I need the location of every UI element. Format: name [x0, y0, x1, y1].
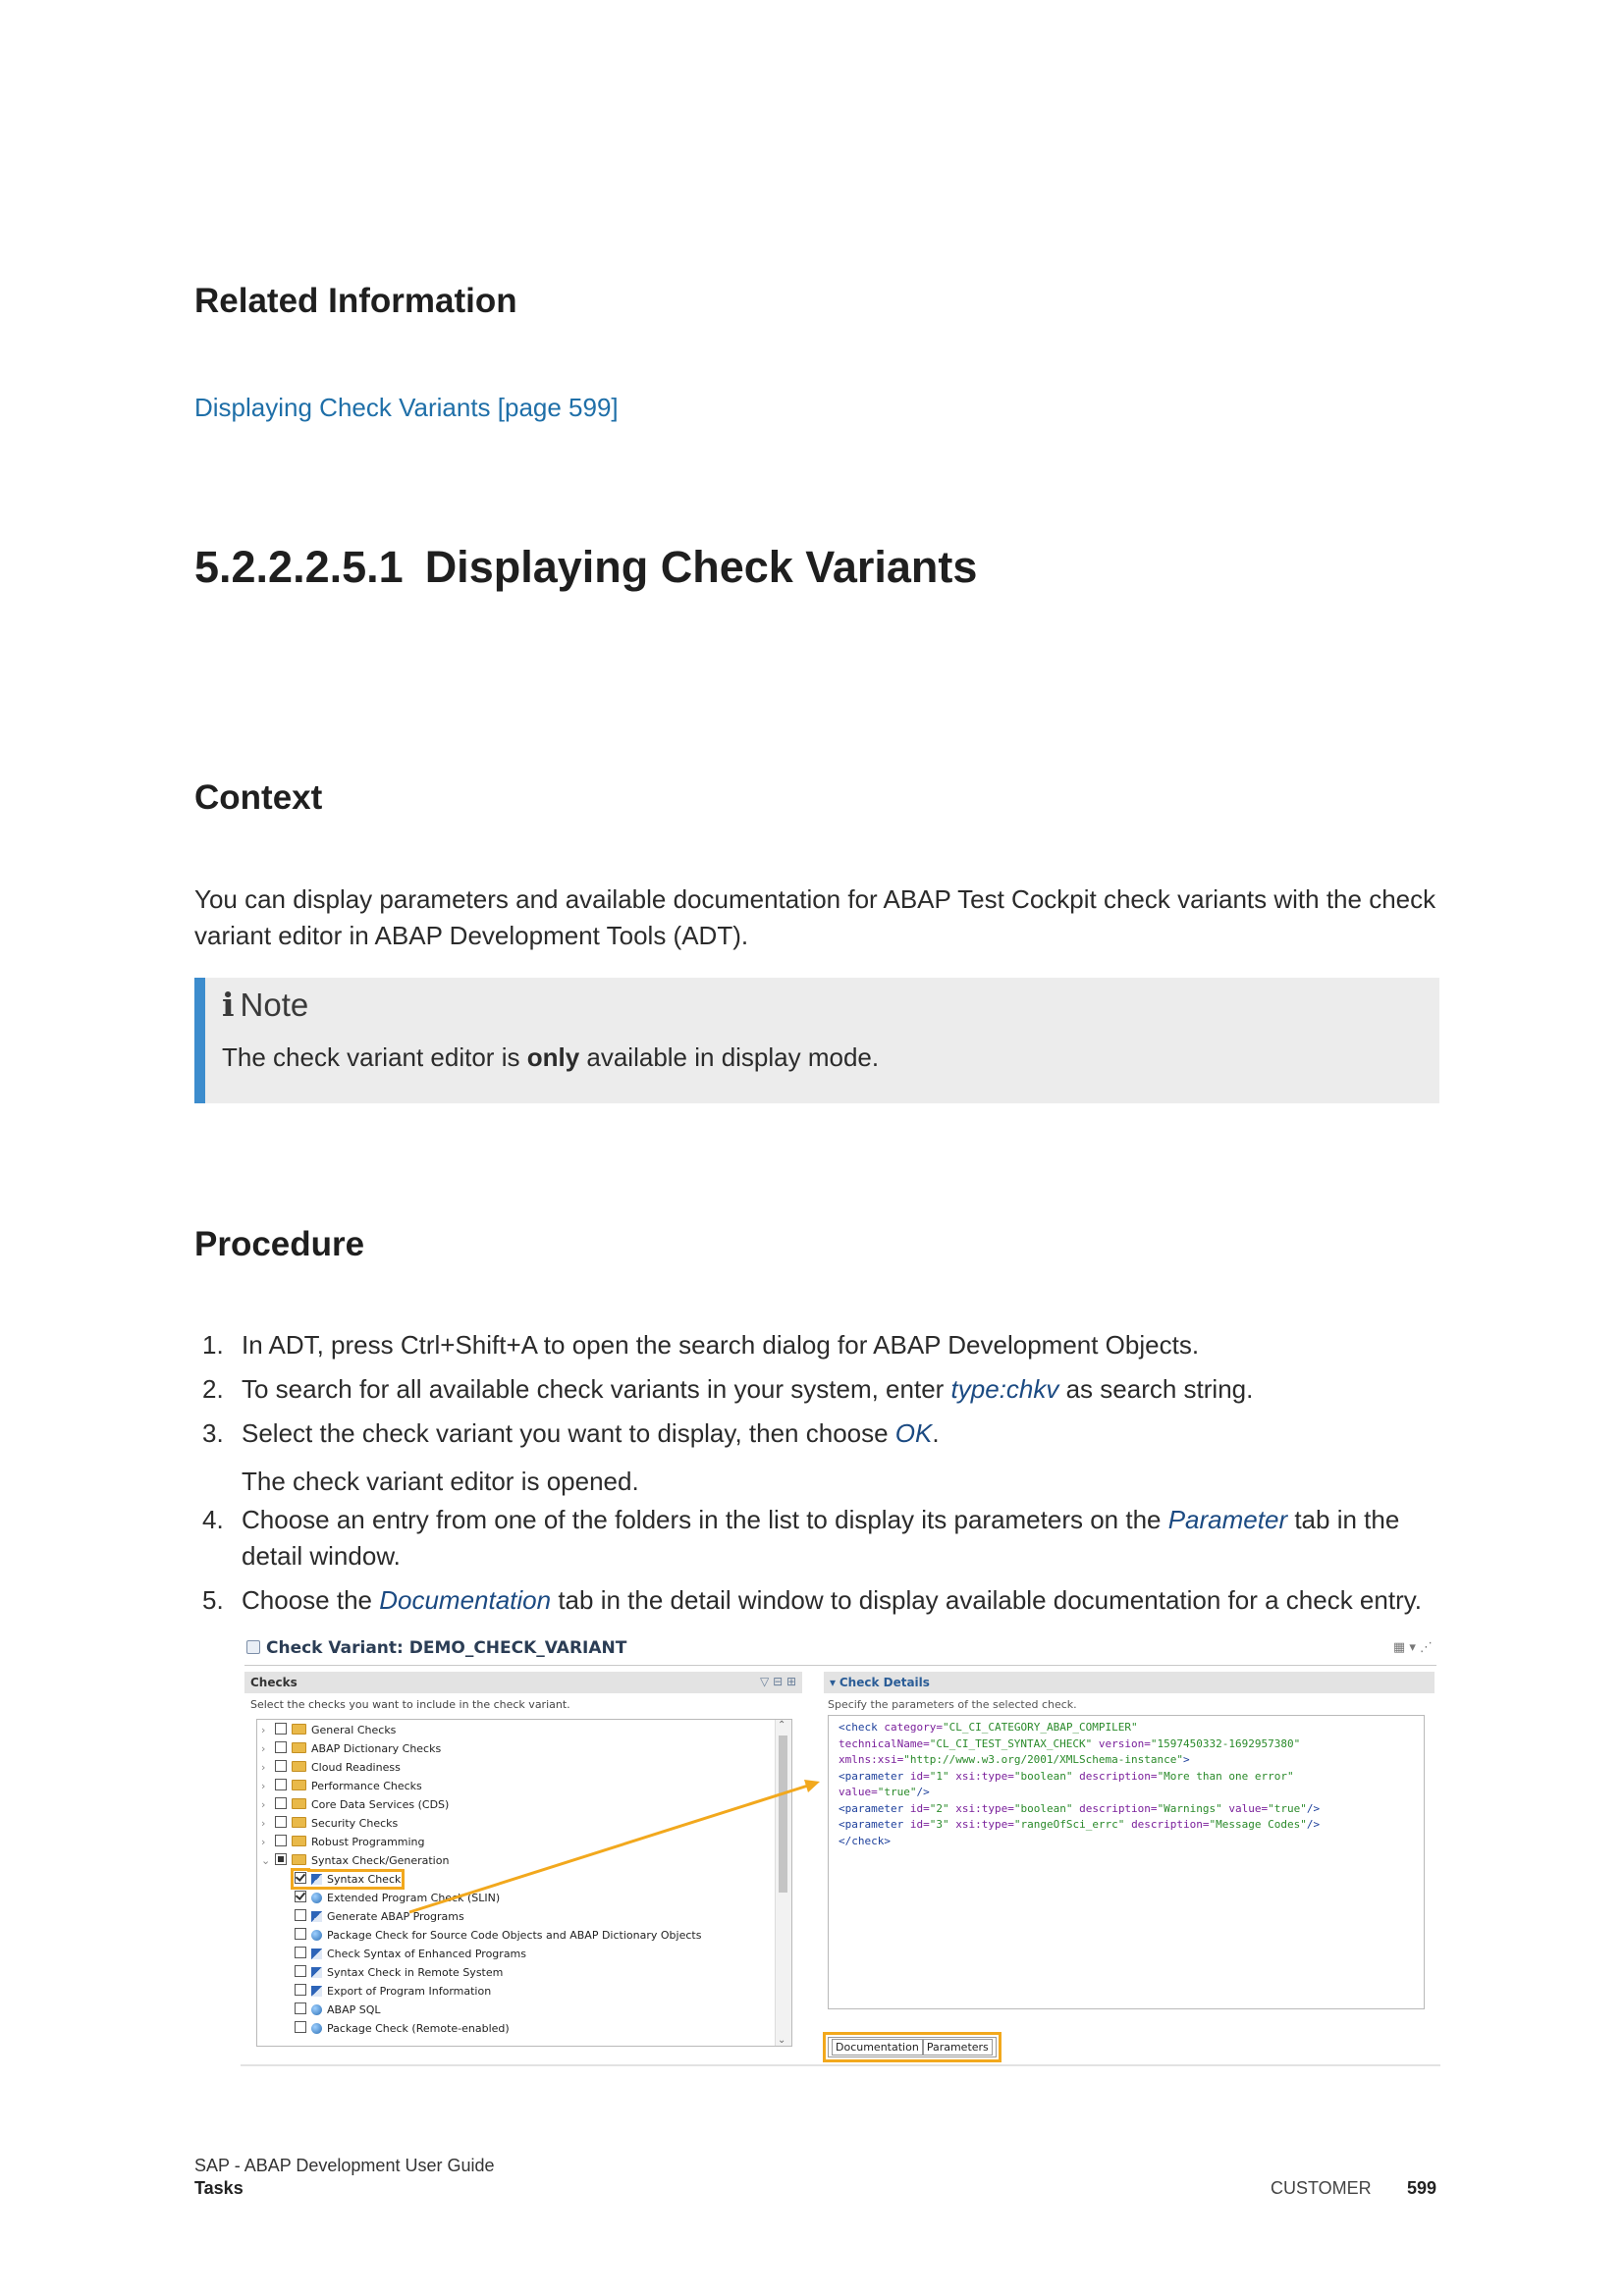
step-number: 5. [202, 1585, 224, 1615]
xml-line: <parameter id="3" xsi:type="rangeOfSci_e… [839, 1818, 1321, 1831]
tab-documentation[interactable]: Documentation [832, 2039, 923, 2056]
step-number: 3. [202, 1418, 224, 1448]
procedure-heading: Procedure [194, 1225, 365, 1263]
step-ui-term: type:chkv [950, 1374, 1059, 1404]
section-number: 5.2.2.2.5.1 [194, 542, 404, 592]
check-details-header[interactable]: ▾ Check Details [824, 1672, 1435, 1693]
step-text-post: . [932, 1418, 940, 1448]
step-item: 1. In ADT, press Ctrl+Shift+A to open the… [194, 1327, 1461, 1363]
step-ui-term: Parameter [1167, 1505, 1288, 1534]
xml-line: <parameter id="1" xsi:type="boolean" des… [839, 1769, 1294, 1783]
check-details-header-text: Check Details [839, 1676, 930, 1689]
step-item: 5. Choose the Documentation tab in the de… [194, 1582, 1461, 1619]
note-text: The check variant editor is only availab… [222, 1042, 879, 1073]
arrow-line [408, 1784, 809, 1914]
check-details-subtitle: Specify the parameters of the selected c… [828, 1698, 1077, 1711]
step-item: 4. Choose an entry from one of the folder… [194, 1502, 1461, 1575]
footer-page-number: 599 [1407, 2178, 1437, 2198]
step-text: In ADT, press Ctrl+Shift+A to open the s… [242, 1330, 1200, 1360]
section-title: 5.2.2.2.5.1 Displaying Check Variants [194, 542, 977, 593]
step-text: Choose the [242, 1585, 380, 1615]
xml-line: <parameter id="2" xsi:type="boolean" des… [839, 1801, 1321, 1815]
step-number: 4. [202, 1505, 224, 1534]
step-text: Select the check variant you want to dis… [242, 1418, 895, 1448]
note-text-post: available in display mode. [579, 1042, 880, 1072]
info-icon: i [222, 986, 235, 1024]
step-item: 3. Select the check variant you want to d… [194, 1415, 1461, 1500]
procedure-steps: 1. In ADT, press Ctrl+Shift+A to open the… [194, 1327, 1461, 1619]
xml-line: </check> [839, 1834, 891, 1847]
check-details-panel: ▾ Check Details Specify the parameters o… [823, 1672, 1435, 2062]
section-title-text: Displaying Check Variants [424, 542, 978, 592]
check-xml-source: <check category="CL_CI_CATEGORY_ABAP_COM… [828, 1715, 1425, 2009]
step-ui-term: OK [894, 1418, 933, 1448]
check-variant-editor-screenshot: Check Variant: DEMO_CHECK_VARIANT ▦ ▾ ⋰ … [241, 1632, 1440, 2066]
footer-chapter: Tasks [194, 2178, 244, 2198]
step-item: 2. To search for all available check vari… [194, 1371, 1461, 1408]
note-box: i Note The check variant editor is only a… [194, 978, 1439, 1103]
related-information-heading: Related Information [194, 282, 517, 320]
tabs-highlight: Documentation Parameters [823, 2032, 1001, 2062]
step-number: 1. [202, 1330, 224, 1360]
note-title: i Note [222, 986, 308, 1024]
footer-audience: CUSTOMER [1271, 2178, 1372, 2198]
related-link[interactable]: Displaying Check Variants [page 599] [194, 393, 619, 423]
step-text-post: as search string. [1058, 1374, 1254, 1404]
step-result: The check variant editor is opened. [242, 1467, 639, 1496]
note-text-bold: only [526, 1042, 580, 1072]
context-paragraph: You can display parameters and available… [194, 884, 1436, 950]
xml-line: value="true"/> [839, 1786, 930, 1798]
arrow-head [804, 1780, 820, 1792]
context-heading: Context [194, 778, 323, 817]
xml-line: technicalName="CL_CI_TEST_SYNTAX_CHECK" … [839, 1736, 1301, 1750]
note-text-pre: The check variant editor is [222, 1042, 527, 1072]
xml-line: <check category="CL_CI_CATEGORY_ABAP_COM… [839, 1721, 1138, 1734]
step-number: 2. [202, 1374, 224, 1404]
detail-tabs: Documentation Parameters [823, 2032, 1001, 2062]
step-ui-term: Documentation [379, 1585, 552, 1615]
note-title-text: Note [240, 987, 309, 1023]
step-text: Choose an entry from one of the folders … [242, 1505, 1168, 1534]
step-text-post: tab in the detail window to display avai… [551, 1585, 1423, 1615]
collapse-icon[interactable]: ▾ [830, 1676, 839, 1689]
footer-doc-title: SAP - ABAP Development User Guide [194, 2156, 495, 2175]
tab-parameters[interactable]: Parameters [922, 2039, 993, 2056]
step-text: To search for all available check varian… [242, 1374, 951, 1404]
xml-line: xmlns:xsi="http://www.w3.org/2001/XMLSch… [839, 1753, 1190, 1766]
